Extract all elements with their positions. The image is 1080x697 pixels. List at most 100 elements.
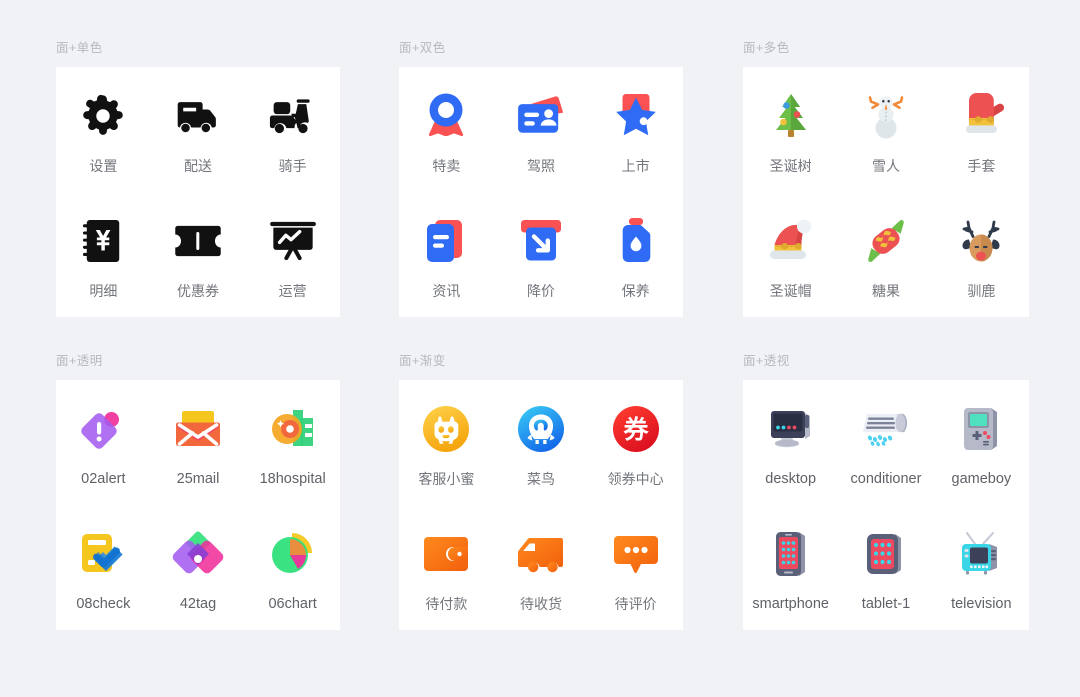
icon-label: 骑手 — [278, 158, 307, 174]
icon-label: conditioner — [850, 471, 922, 487]
icon-cell-price-drop-arrow[interactable]: 降价 — [494, 209, 589, 300]
icon-cell-coupon-center[interactable]: 券 领券中心 — [588, 397, 683, 488]
icon-cell-candy[interactable]: 糖果 — [838, 209, 933, 300]
coupon-center-icon: 券 — [610, 403, 662, 455]
desktop-computer-icon — [765, 403, 817, 455]
panel-title-gradient: 面+渐变 — [399, 354, 446, 368]
icon-label: 手套 — [967, 158, 996, 174]
icon-cell-comment-bubble[interactable]: 待评价 — [588, 522, 683, 613]
icon-cell-snowman[interactable]: 雪人 — [838, 84, 933, 175]
icon-label: 保养 — [621, 283, 650, 299]
icon-cell-delivery-truck[interactable]: 配送 — [151, 84, 246, 175]
tablet-icon — [860, 528, 912, 580]
svg-text:券: 券 — [623, 415, 649, 444]
air-conditioner-icon — [860, 403, 912, 455]
comment-bubble-icon — [610, 528, 662, 580]
oil-bottle-icon — [610, 215, 662, 267]
icon-label: 圣诞帽 — [769, 283, 812, 299]
santa-hat-icon — [765, 215, 817, 267]
icon-label: 18hospital — [259, 471, 326, 487]
mitten-icon — [955, 90, 1007, 142]
television-icon — [955, 528, 1007, 580]
icon-cell-sale-badge[interactable]: 特卖 — [399, 84, 494, 175]
sale-badge-icon — [420, 90, 472, 142]
panel-title-perspective: 面+透视 — [743, 354, 790, 368]
tag-diamond-icon — [172, 528, 224, 580]
wallet-icon — [420, 528, 472, 580]
yuan-ledger-icon — [77, 215, 129, 267]
icon-card-multicolor: 圣诞树 雪人 手套 圣诞帽 糖果 驯鹿 — [743, 67, 1029, 317]
icon-label: 25mail — [176, 471, 220, 487]
icon-label: 待付款 — [425, 596, 468, 612]
icon-label: gameboy — [951, 471, 1012, 487]
icon-cell-news-document[interactable]: 资讯 — [399, 209, 494, 300]
drivers-license-icon — [515, 90, 567, 142]
icon-cell-air-conditioner[interactable]: conditioner — [838, 397, 933, 488]
icon-card-transparent: 02alert 25mail 18hospital 08check 42tag … — [56, 380, 340, 630]
icon-cell-coupon-ticket[interactable]: 优惠券 — [151, 209, 246, 300]
icon-cell-hospital-coin[interactable]: 18hospital — [245, 397, 340, 488]
icon-label: 领券中心 — [607, 471, 664, 487]
icon-cell-mail-envelope[interactable]: 25mail — [151, 397, 246, 488]
icon-cell-wallet[interactable]: 待付款 — [399, 522, 494, 613]
icon-label: 驾照 — [526, 158, 555, 174]
customer-service-bee-icon — [420, 403, 472, 455]
pie-chart-icon — [267, 528, 319, 580]
icon-cell-handheld-console[interactable]: gameboy — [934, 397, 1029, 488]
cainiao-bird-icon — [515, 403, 567, 455]
icon-label: 驯鹿 — [967, 283, 996, 299]
mail-envelope-icon — [172, 403, 224, 455]
icon-cell-alert-diamond[interactable]: 02alert — [56, 397, 151, 488]
icon-cell-presentation-chart[interactable]: 运营 — [245, 209, 340, 300]
icon-cell-drivers-license[interactable]: 驾照 — [494, 84, 589, 175]
icon-cell-smartphone[interactable]: smartphone — [743, 522, 838, 613]
coupon-ticket-icon — [172, 215, 224, 267]
icon-cell-star-launch[interactable]: 上市 — [588, 84, 683, 175]
icon-label: 设置 — [89, 158, 118, 174]
icon-cell-gear[interactable]: 设置 — [56, 84, 151, 175]
panel-multicolor: 面+多色 圣诞树 雪人 手套 圣诞帽 糖果 驯鹿 — [743, 40, 1029, 317]
snowman-icon — [860, 90, 912, 142]
icon-label: 运营 — [278, 283, 307, 299]
icon-label: 资讯 — [432, 283, 461, 299]
panel-perspective: 面+透视 desktop conditioner gameboy smartph… — [743, 353, 1029, 630]
icon-cell-check-clipboard[interactable]: 08check — [56, 522, 151, 613]
gear-icon — [77, 90, 129, 142]
icon-label: 08check — [76, 596, 131, 612]
icon-label: 06chart — [268, 596, 317, 612]
icon-cell-santa-hat[interactable]: 圣诞帽 — [743, 209, 838, 300]
icon-cell-customer-service-bee[interactable]: 客服小蜜 — [399, 397, 494, 488]
icon-cell-christmas-tree[interactable]: 圣诞树 — [743, 84, 838, 175]
icon-cell-pie-chart[interactable]: 06chart — [245, 522, 340, 613]
icon-cell-truck-gradient[interactable]: 待收货 — [494, 522, 589, 613]
icon-cell-oil-bottle[interactable]: 保养 — [588, 209, 683, 300]
panel-title-multicolor: 面+多色 — [743, 41, 790, 55]
panel-title-monochrome: 面+单色 — [56, 41, 103, 55]
icon-cell-tag-diamond[interactable]: 42tag — [151, 522, 246, 613]
icon-cell-desktop-computer[interactable]: desktop — [743, 397, 838, 488]
icon-cell-tablet[interactable]: tablet-1 — [838, 522, 933, 613]
icon-label: 糖果 — [871, 283, 900, 299]
icon-cell-mitten[interactable]: 手套 — [934, 84, 1029, 175]
reindeer-icon — [955, 215, 1007, 267]
icon-cell-cainiao-bird[interactable]: 菜鸟 — [494, 397, 589, 488]
panel-transparent: 面+透明 02alert 25mail 18hospital 08check 4… — [56, 353, 340, 630]
icon-cell-reindeer[interactable]: 驯鹿 — [934, 209, 1029, 300]
star-launch-icon — [610, 90, 662, 142]
icon-card-gradient: 客服小蜜 菜鸟 券 领券中心 待付款 待收货 待评价 — [399, 380, 683, 630]
presentation-chart-icon — [267, 215, 319, 267]
icon-label: 待评价 — [614, 596, 657, 612]
smartphone-icon — [765, 528, 817, 580]
icon-cell-yuan-ledger[interactable]: 明细 — [56, 209, 151, 300]
icon-label: 优惠券 — [176, 283, 219, 299]
panel-gradient: 面+渐变 客服小蜜 菜鸟 券 领券中心 待付款 待收货 待评价 — [399, 353, 683, 630]
icon-gallery-board: 面+单色 设置 配送 骑手 明细 优惠券 运营 面+双色 特卖 驾照 上市 资讯… — [0, 0, 1080, 697]
icon-cell-scooter-rider[interactable]: 骑手 — [245, 84, 340, 175]
icon-card-monochrome: 设置 配送 骑手 明细 优惠券 运营 — [56, 67, 340, 317]
icon-cell-television[interactable]: television — [934, 522, 1029, 613]
icon-label: 配送 — [183, 158, 212, 174]
news-document-icon — [420, 215, 472, 267]
icon-label: 降价 — [526, 283, 555, 299]
panel-monochrome: 面+单色 设置 配送 骑手 明细 优惠券 运营 — [56, 40, 340, 317]
alert-diamond-icon — [77, 403, 129, 455]
